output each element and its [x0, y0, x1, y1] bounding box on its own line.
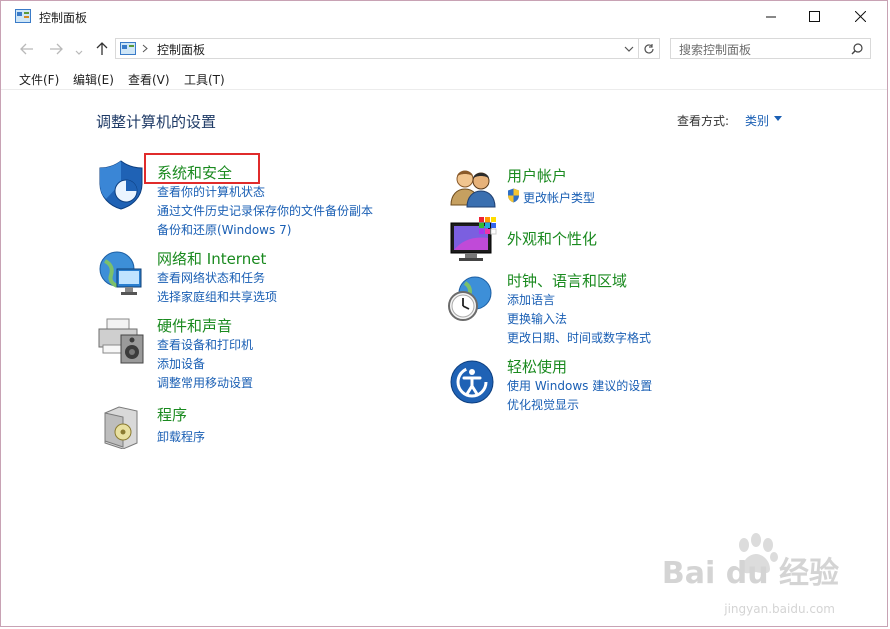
link-uninstall-program[interactable]: 卸载程序	[157, 428, 205, 445]
watermark-text: Bai du 经验	[661, 556, 839, 591]
view-by-chevron-icon[interactable]	[774, 116, 782, 122]
maximize-icon	[808, 11, 820, 22]
window-title: 控制面板	[39, 11, 88, 25]
recent-locations-button[interactable]	[74, 43, 84, 55]
chevron-down-icon	[75, 50, 83, 55]
forward-arrow-icon	[50, 43, 63, 55]
back-arrow-icon	[20, 43, 33, 55]
link-change-account-type[interactable]: 更改帐户类型	[523, 189, 595, 206]
up-arrow-icon	[96, 42, 108, 55]
ease-of-access-icon	[450, 360, 494, 404]
clock-globe-icon	[448, 276, 492, 321]
control-panel-icon	[120, 42, 136, 55]
programs-box-icon	[104, 406, 138, 449]
watermark-url: jingyan.baidu.com	[724, 602, 835, 616]
search-box[interactable]: 搜索控制面板	[670, 38, 871, 59]
forward-button[interactable]	[48, 41, 64, 57]
link-change-input-method[interactable]: 更换输入法	[507, 310, 567, 327]
link-file-history[interactable]: 通过文件历史记录保存你的文件备份副本	[157, 202, 373, 219]
app-icon	[15, 8, 31, 23]
minimize-button[interactable]	[748, 1, 794, 32]
close-icon	[854, 11, 866, 22]
up-button[interactable]	[94, 41, 110, 57]
control-panel-window: 控制面板 控制面板 搜索控制面板 文件(F) 编辑(E) 查看(V) 工具(T)…	[0, 0, 888, 627]
link-add-language[interactable]: 添加语言	[507, 291, 555, 308]
category-ease-of-access[interactable]: 轻松使用	[507, 356, 567, 377]
menu-tools[interactable]: 工具(T)	[184, 71, 225, 88]
address-bar[interactable]: 控制面板	[115, 38, 639, 59]
shield-icon	[99, 160, 143, 210]
link-backup-restore[interactable]: 备份和还原(Windows 7)	[157, 221, 291, 238]
refresh-icon	[644, 44, 654, 54]
menu-view[interactable]: 查看(V)	[128, 71, 170, 88]
link-add-device[interactable]: 添加设备	[157, 355, 205, 372]
category-network[interactable]: 网络和 Internet	[157, 248, 266, 269]
maximize-button[interactable]	[791, 1, 837, 32]
link-date-time-format[interactable]: 更改日期、时间或数字格式	[507, 329, 651, 346]
close-button[interactable]	[837, 1, 883, 32]
back-button[interactable]	[19, 41, 35, 57]
link-optimize-display[interactable]: 优化视觉显示	[507, 396, 579, 413]
uac-shield-icon	[508, 188, 519, 203]
appearance-monitor-icon	[450, 217, 497, 261]
link-homegroup[interactable]: 选择家庭组和共享选项	[157, 288, 277, 305]
page-title: 调整计算机的设置	[96, 113, 217, 131]
network-globe-icon	[99, 251, 142, 295]
category-hardware-sound[interactable]: 硬件和声音	[157, 315, 232, 336]
view-by-label: 查看方式:	[677, 114, 730, 128]
menu-edit[interactable]: 编辑(E)	[73, 71, 114, 88]
printer-speaker-icon	[98, 318, 144, 364]
refresh-button[interactable]	[639, 38, 660, 59]
link-devices-printers[interactable]: 查看设备和打印机	[157, 336, 253, 353]
search-input[interactable]: 搜索控制面板	[679, 41, 751, 58]
search-icon[interactable]	[851, 43, 863, 55]
category-programs[interactable]: 程序	[157, 404, 187, 425]
highlight-box	[144, 153, 260, 184]
view-by-dropdown[interactable]: 类别	[745, 112, 769, 129]
address-dropdown-icon[interactable]	[624, 45, 634, 53]
link-view-computer-status[interactable]: 查看你的计算机状态	[157, 183, 265, 200]
link-recommended-settings[interactable]: 使用 Windows 建议的设置	[507, 377, 652, 394]
breadcrumb: 控制面板	[157, 43, 206, 57]
menu-divider	[1, 89, 887, 90]
link-network-status[interactable]: 查看网络状态和任务	[157, 269, 265, 286]
link-mobility-settings[interactable]: 调整常用移动设置	[157, 374, 253, 391]
breadcrumb-separator-icon	[142, 44, 148, 53]
category-appearance[interactable]: 外观和个性化	[507, 228, 597, 249]
category-user-accounts[interactable]: 用户帐户	[507, 165, 567, 186]
menu-file[interactable]: 文件(F)	[19, 71, 59, 88]
users-icon	[450, 170, 496, 208]
category-clock-language-region[interactable]: 时钟、语言和区域	[507, 270, 627, 291]
minimize-icon	[766, 16, 776, 17]
